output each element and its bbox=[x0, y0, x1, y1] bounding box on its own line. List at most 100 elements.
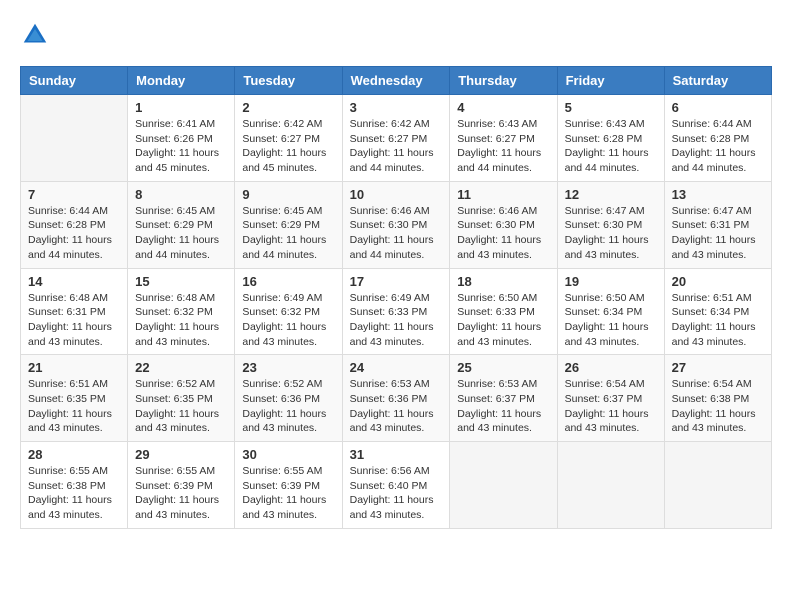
day-number: 29 bbox=[135, 447, 227, 462]
calendar-cell: 16Sunrise: 6:49 AM Sunset: 6:32 PM Dayli… bbox=[235, 268, 342, 355]
day-info: Sunrise: 6:54 AM Sunset: 6:37 PM Dayligh… bbox=[565, 377, 657, 436]
day-number: 28 bbox=[28, 447, 120, 462]
day-info: Sunrise: 6:51 AM Sunset: 6:34 PM Dayligh… bbox=[672, 291, 764, 350]
weekday-header-row: SundayMondayTuesdayWednesdayThursdayFrid… bbox=[21, 67, 772, 95]
day-number: 2 bbox=[242, 100, 334, 115]
day-info: Sunrise: 6:51 AM Sunset: 6:35 PM Dayligh… bbox=[28, 377, 120, 436]
calendar-cell: 31 Sunrise: 6:56 AM Sunset: 6:40 PM Dayli… bbox=[342, 442, 450, 529]
day-info: Sunrise: 6:47 AM Sunset: 6:30 PM Dayligh… bbox=[565, 204, 657, 263]
day-number: 5 bbox=[565, 100, 657, 115]
calendar-cell: 9 Sunrise: 6:45 AM Sunset: 6:29 PM Daylig… bbox=[235, 181, 342, 268]
day-info: Sunrise: 6:42 AM Sunset: 6:27 PM Dayligh… bbox=[242, 117, 334, 176]
calendar-cell: 24Sunrise: 6:53 AM Sunset: 6:36 PM Dayli… bbox=[342, 355, 450, 442]
day-info: Sunrise: 6:52 AM Sunset: 6:36 PM Dayligh… bbox=[242, 377, 334, 436]
day-info: Sunrise: 6:42 AM Sunset: 6:27 PM Dayligh… bbox=[350, 117, 443, 176]
calendar-cell: 21 Sunrise: 6:51 AM Sunset: 6:35 PM Dayli… bbox=[21, 355, 128, 442]
calendar-cell: 5Sunrise: 6:43 AM Sunset: 6:28 PM Daylig… bbox=[557, 95, 664, 182]
calendar-cell: 7Sunrise: 6:44 AM Sunset: 6:28 PM Daylig… bbox=[21, 181, 128, 268]
day-info: Sunrise: 6:53 AM Sunset: 6:37 PM Dayligh… bbox=[457, 377, 549, 436]
day-number: 19 bbox=[565, 274, 657, 289]
logo bbox=[20, 20, 54, 50]
weekday-header-tuesday: Tuesday bbox=[235, 67, 342, 95]
weekday-header-friday: Friday bbox=[557, 67, 664, 95]
day-number: 31 bbox=[350, 447, 443, 462]
calendar-cell: 22 Sunrise: 6:52 AM Sunset: 6:35 PM Dayli… bbox=[128, 355, 235, 442]
calendar-cell bbox=[450, 442, 557, 529]
day-info: Sunrise: 6:44 AM Sunset: 6:28 PM Dayligh… bbox=[28, 204, 120, 263]
day-number: 30 bbox=[242, 447, 334, 462]
day-info: Sunrise: 6:56 AM Sunset: 6:40 PM Dayligh… bbox=[350, 464, 443, 523]
calendar-cell: 19 Sunrise: 6:50 AM Sunset: 6:34 PM Dayli… bbox=[557, 268, 664, 355]
day-info: Sunrise: 6:49 AM Sunset: 6:33 PM Dayligh… bbox=[350, 291, 443, 350]
day-number: 13 bbox=[672, 187, 764, 202]
day-number: 20 bbox=[672, 274, 764, 289]
day-number: 9 bbox=[242, 187, 334, 202]
day-info: Sunrise: 6:55 AM Sunset: 6:39 PM Dayligh… bbox=[135, 464, 227, 523]
day-number: 6 bbox=[672, 100, 764, 115]
calendar-cell: 10 Sunrise: 6:46 AM Sunset: 6:30 PM Dayli… bbox=[342, 181, 450, 268]
day-number: 10 bbox=[350, 187, 443, 202]
day-info: Sunrise: 6:52 AM Sunset: 6:35 PM Dayligh… bbox=[135, 377, 227, 436]
day-info: Sunrise: 6:50 AM Sunset: 6:33 PM Dayligh… bbox=[457, 291, 549, 350]
calendar-cell: 12 Sunrise: 6:47 AM Sunset: 6:30 PM Dayli… bbox=[557, 181, 664, 268]
calendar: SundayMondayTuesdayWednesdayThursdayFrid… bbox=[20, 66, 772, 529]
day-info: Sunrise: 6:47 AM Sunset: 6:31 PM Dayligh… bbox=[672, 204, 764, 263]
day-number: 23 bbox=[242, 360, 334, 375]
weekday-header-thursday: Thursday bbox=[450, 67, 557, 95]
day-number: 4 bbox=[457, 100, 549, 115]
day-number: 11 bbox=[457, 187, 549, 202]
calendar-cell: 1 Sunrise: 6:41 AM Sunset: 6:26 PM Daylig… bbox=[128, 95, 235, 182]
day-number: 14 bbox=[28, 274, 120, 289]
day-number: 8 bbox=[135, 187, 227, 202]
calendar-cell: 25 Sunrise: 6:53 AM Sunset: 6:37 PM Dayli… bbox=[450, 355, 557, 442]
calendar-cell: 26 Sunrise: 6:54 AM Sunset: 6:37 PM Dayli… bbox=[557, 355, 664, 442]
weekday-header-monday: Monday bbox=[128, 67, 235, 95]
day-info: Sunrise: 6:55 AM Sunset: 6:38 PM Dayligh… bbox=[28, 464, 120, 523]
day-info: Sunrise: 6:41 AM Sunset: 6:26 PM Dayligh… bbox=[135, 117, 227, 176]
week-row-2: 7Sunrise: 6:44 AM Sunset: 6:28 PM Daylig… bbox=[21, 181, 772, 268]
calendar-cell: 11 Sunrise: 6:46 AM Sunset: 6:30 PM Dayli… bbox=[450, 181, 557, 268]
day-number: 17 bbox=[350, 274, 443, 289]
day-info: Sunrise: 6:46 AM Sunset: 6:30 PM Dayligh… bbox=[350, 204, 443, 263]
weekday-header-wednesday: Wednesday bbox=[342, 67, 450, 95]
week-row-5: 28 Sunrise: 6:55 AM Sunset: 6:38 PM Dayli… bbox=[21, 442, 772, 529]
day-number: 3 bbox=[350, 100, 443, 115]
day-number: 27 bbox=[672, 360, 764, 375]
day-number: 24 bbox=[350, 360, 443, 375]
calendar-cell: 29 Sunrise: 6:55 AM Sunset: 6:39 PM Dayli… bbox=[128, 442, 235, 529]
calendar-cell: 15Sunrise: 6:48 AM Sunset: 6:32 PM Dayli… bbox=[128, 268, 235, 355]
calendar-cell: 14 Sunrise: 6:48 AM Sunset: 6:31 PM Dayli… bbox=[21, 268, 128, 355]
day-number: 18 bbox=[457, 274, 549, 289]
calendar-cell: 13 Sunrise: 6:47 AM Sunset: 6:31 PM Dayli… bbox=[664, 181, 771, 268]
calendar-cell bbox=[664, 442, 771, 529]
page-header bbox=[20, 20, 772, 50]
day-info: Sunrise: 6:45 AM Sunset: 6:29 PM Dayligh… bbox=[242, 204, 334, 263]
week-row-4: 21 Sunrise: 6:51 AM Sunset: 6:35 PM Dayli… bbox=[21, 355, 772, 442]
day-info: Sunrise: 6:44 AM Sunset: 6:28 PM Dayligh… bbox=[672, 117, 764, 176]
day-number: 16 bbox=[242, 274, 334, 289]
calendar-cell: 30 Sunrise: 6:55 AM Sunset: 6:39 PM Dayli… bbox=[235, 442, 342, 529]
day-number: 21 bbox=[28, 360, 120, 375]
day-info: Sunrise: 6:46 AM Sunset: 6:30 PM Dayligh… bbox=[457, 204, 549, 263]
day-info: Sunrise: 6:43 AM Sunset: 6:27 PM Dayligh… bbox=[457, 117, 549, 176]
calendar-cell: 4 Sunrise: 6:43 AM Sunset: 6:27 PM Daylig… bbox=[450, 95, 557, 182]
day-info: Sunrise: 6:48 AM Sunset: 6:31 PM Dayligh… bbox=[28, 291, 120, 350]
calendar-cell: 3 Sunrise: 6:42 AM Sunset: 6:27 PM Daylig… bbox=[342, 95, 450, 182]
day-number: 1 bbox=[135, 100, 227, 115]
calendar-cell: 8 Sunrise: 6:45 AM Sunset: 6:29 PM Daylig… bbox=[128, 181, 235, 268]
calendar-cell: 6 Sunrise: 6:44 AM Sunset: 6:28 PM Daylig… bbox=[664, 95, 771, 182]
day-number: 25 bbox=[457, 360, 549, 375]
day-number: 12 bbox=[565, 187, 657, 202]
day-number: 22 bbox=[135, 360, 227, 375]
calendar-cell: 20 Sunrise: 6:51 AM Sunset: 6:34 PM Dayli… bbox=[664, 268, 771, 355]
day-info: Sunrise: 6:55 AM Sunset: 6:39 PM Dayligh… bbox=[242, 464, 334, 523]
weekday-header-sunday: Sunday bbox=[21, 67, 128, 95]
day-info: Sunrise: 6:45 AM Sunset: 6:29 PM Dayligh… bbox=[135, 204, 227, 263]
calendar-cell: 23 Sunrise: 6:52 AM Sunset: 6:36 PM Dayli… bbox=[235, 355, 342, 442]
logo-icon bbox=[20, 20, 50, 50]
day-number: 26 bbox=[565, 360, 657, 375]
day-info: Sunrise: 6:48 AM Sunset: 6:32 PM Dayligh… bbox=[135, 291, 227, 350]
day-info: Sunrise: 6:50 AM Sunset: 6:34 PM Dayligh… bbox=[565, 291, 657, 350]
calendar-cell: 17 Sunrise: 6:49 AM Sunset: 6:33 PM Dayli… bbox=[342, 268, 450, 355]
weekday-header-saturday: Saturday bbox=[664, 67, 771, 95]
